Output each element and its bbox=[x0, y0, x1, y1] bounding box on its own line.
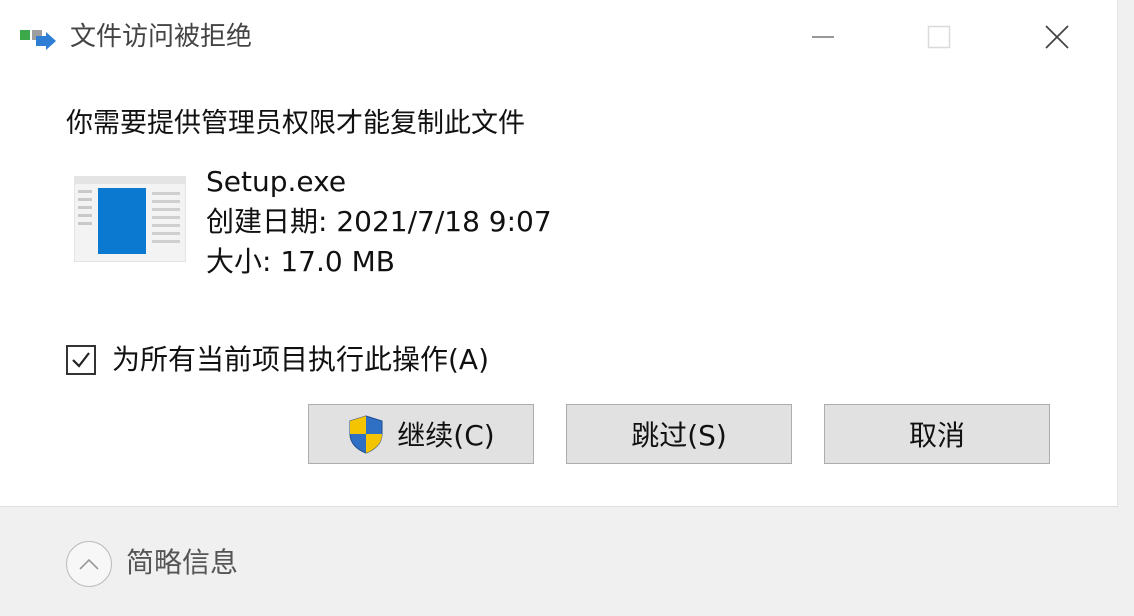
file-details: Setup.exe 创建日期: 2021/7/18 9:07 大小: 17.0 … bbox=[206, 162, 552, 282]
apply-to-all-checkbox[interactable] bbox=[66, 345, 96, 375]
cancel-button[interactable]: 取消 bbox=[824, 404, 1050, 464]
maximize-icon bbox=[927, 25, 951, 49]
title-bar[interactable]: 文件访问被拒绝 bbox=[0, 0, 1118, 74]
file-access-denied-dialog: 文件访问被拒绝 你需要提供管理员权限才能复制此文件 Setup.exe 创建日期… bbox=[0, 0, 1134, 616]
skip-button[interactable]: 跳过(S) bbox=[566, 404, 792, 464]
file-thumbnail-icon bbox=[74, 176, 186, 262]
continue-button-label: 继续(C) bbox=[397, 419, 495, 452]
checkmark-icon bbox=[72, 352, 90, 368]
file-created-date: 创建日期: 2021/7/18 9:07 bbox=[206, 205, 552, 238]
window-title: 文件访问被拒绝 bbox=[70, 22, 253, 52]
details-toggle-button[interactable] bbox=[66, 541, 112, 587]
chevron-up-icon bbox=[79, 558, 99, 570]
apply-to-all-option[interactable]: 为所有当前项目执行此操作(A) bbox=[66, 342, 489, 378]
skip-button-label: 跳过(S) bbox=[631, 419, 727, 452]
maximize-button bbox=[916, 14, 962, 60]
window-edge bbox=[1117, 0, 1134, 616]
permission-message: 你需要提供管理员权限才能复制此文件 bbox=[66, 108, 525, 139]
close-icon bbox=[1045, 25, 1069, 49]
file-size: 大小: 17.0 MB bbox=[206, 245, 395, 278]
close-button[interactable] bbox=[1034, 14, 1080, 60]
uac-shield-icon bbox=[349, 415, 383, 454]
file-name: Setup.exe bbox=[206, 165, 347, 198]
fewer-details-label[interactable]: 简略信息 bbox=[126, 545, 238, 581]
minimize-button[interactable] bbox=[800, 14, 846, 60]
apply-to-all-label: 为所有当前项目执行此操作(A) bbox=[112, 343, 490, 376]
minimize-icon bbox=[812, 36, 834, 38]
file-transfer-icon bbox=[20, 30, 56, 50]
continue-button[interactable]: 继续(C) bbox=[308, 404, 534, 464]
dialog-footer: 简略信息 bbox=[0, 506, 1118, 616]
cancel-button-label: 取消 bbox=[908, 419, 965, 452]
